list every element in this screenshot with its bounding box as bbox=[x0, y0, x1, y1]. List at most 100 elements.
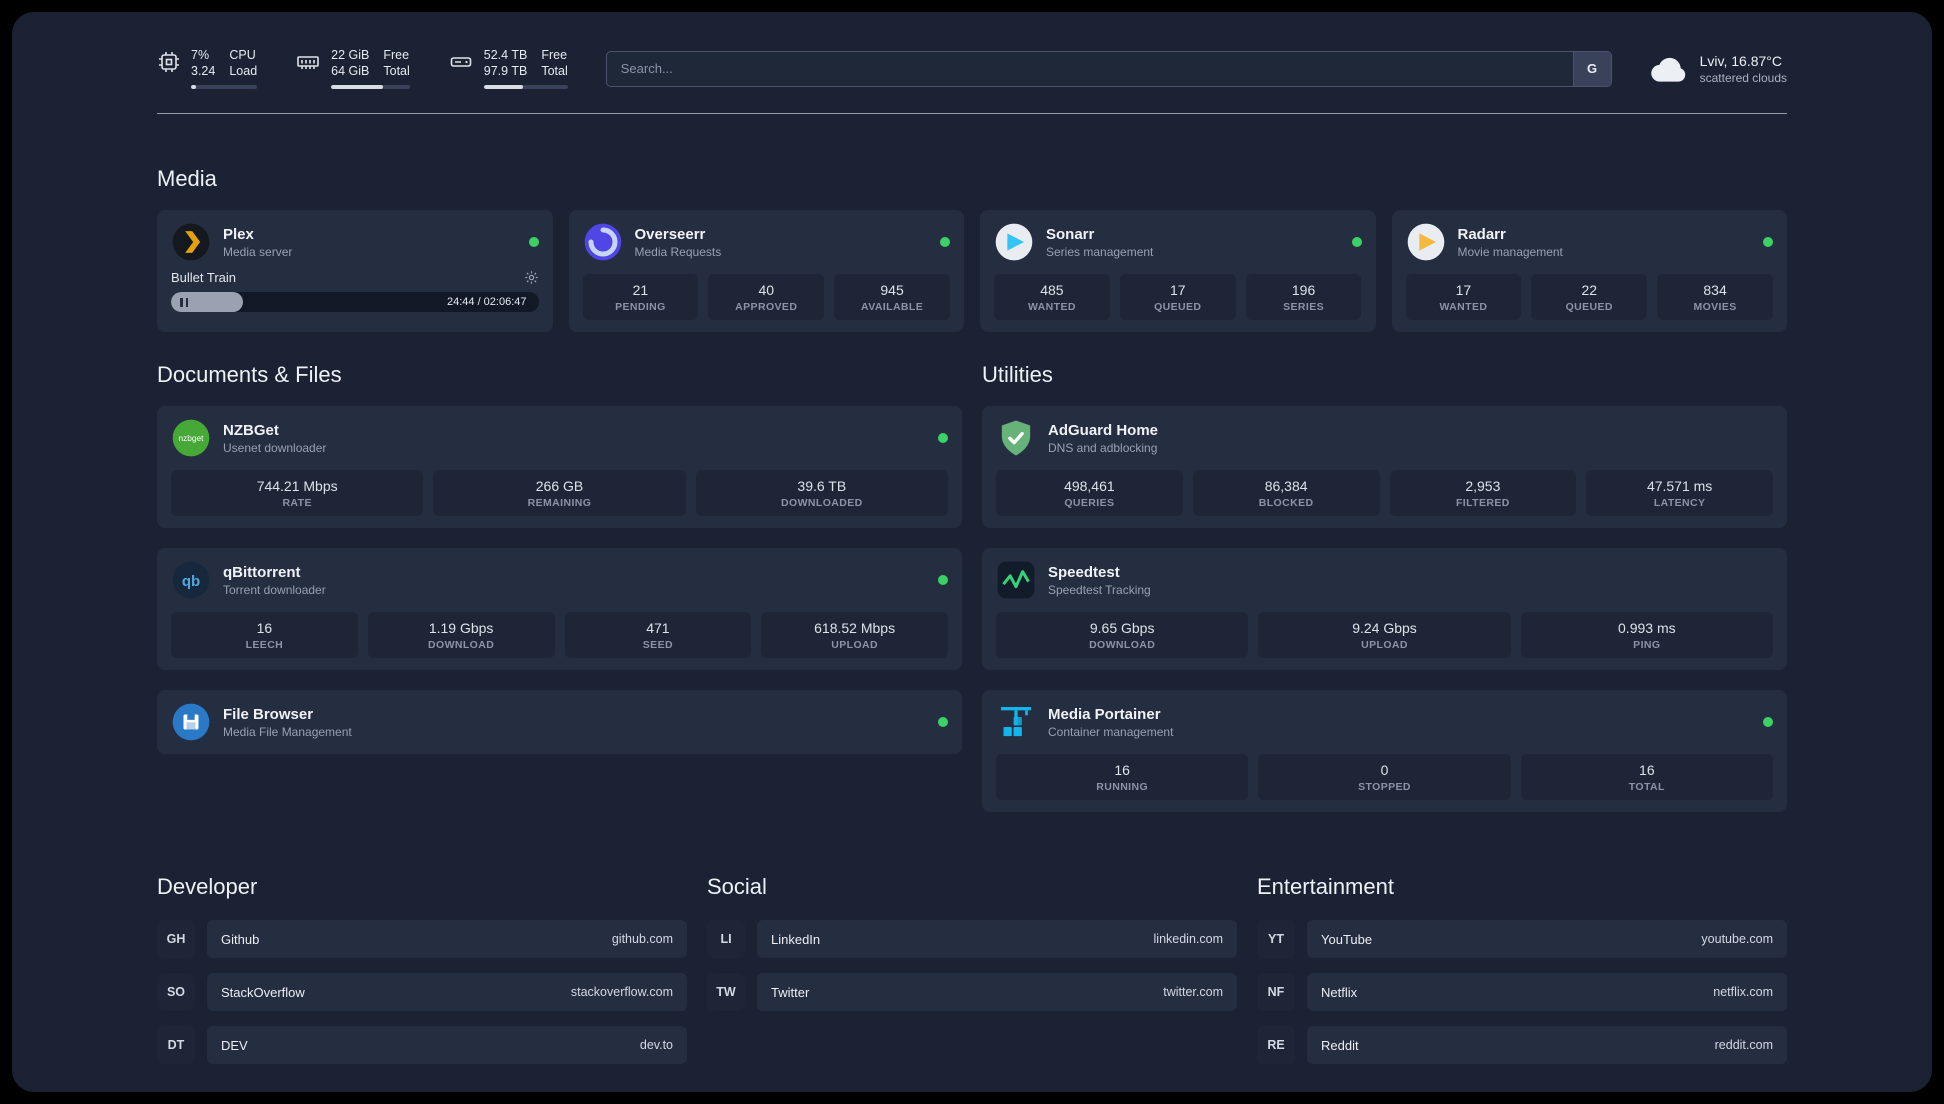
qbittorrent-card[interactable]: qb qBittorrent Torrent downloader 16 LEE… bbox=[157, 548, 962, 670]
link-url: youtube.com bbox=[1701, 932, 1773, 946]
stat-tile: 196 SERIES bbox=[1245, 274, 1362, 320]
link-name: Netflix bbox=[1321, 984, 1358, 1000]
stat-value: 9.65 Gbps bbox=[1089, 620, 1155, 636]
section-title-documents: Documents & Files bbox=[157, 362, 342, 387]
link-stackoverflow[interactable]: SO StackOverflow stackoverflow.com bbox=[157, 973, 687, 1011]
portainer-icon bbox=[996, 702, 1036, 742]
twitter-icon: TW bbox=[707, 973, 745, 1011]
adguard-icon bbox=[996, 418, 1036, 458]
disk-free: 52.4 TB bbox=[483, 48, 528, 62]
nzbget-card[interactable]: nzbget NZBGet Usenet downloader 744.21 M… bbox=[157, 406, 962, 528]
search-engine-button[interactable]: G bbox=[1572, 51, 1611, 86]
stat-tile: 945 AVAILABLE bbox=[834, 274, 950, 320]
stat-label: QUEUED bbox=[1565, 301, 1613, 313]
link-name: Github bbox=[221, 931, 260, 947]
speedtest-icon bbox=[996, 560, 1036, 600]
now-playing-title: Bullet Train bbox=[171, 270, 237, 285]
stat-tile: 39.6 TB DOWNLOADED bbox=[695, 470, 948, 516]
stat-label: TOTAL bbox=[1628, 781, 1665, 793]
stat-value: 22 bbox=[1581, 282, 1598, 298]
disk-bar bbox=[483, 85, 568, 89]
stat-tile: 744.21 Mbps RATE bbox=[171, 470, 424, 516]
stat-label: DOWNLOADED bbox=[781, 497, 863, 509]
stat-label: LEECH bbox=[245, 639, 284, 651]
stat-label: RUNNING bbox=[1096, 781, 1149, 793]
app-subtitle: Torrent downloader bbox=[223, 583, 326, 597]
stat-value: 266 GB bbox=[535, 478, 584, 494]
stat-label: AVAILABLE bbox=[861, 301, 924, 313]
disk-icon bbox=[448, 50, 474, 74]
stat-label: MOVIES bbox=[1693, 301, 1737, 313]
cpu-label: CPU bbox=[229, 48, 256, 62]
link-name: Twitter bbox=[771, 984, 810, 1000]
gear-icon[interactable] bbox=[524, 270, 539, 285]
stat-tile: 16 TOTAL bbox=[1520, 754, 1773, 800]
stat-value: 2,953 bbox=[1465, 478, 1501, 494]
link-url: netflix.com bbox=[1713, 985, 1773, 999]
stat-tile: 16 LEECH bbox=[171, 612, 358, 658]
link-dev[interactable]: DT DEV dev.to bbox=[157, 1026, 687, 1064]
stat-value: 744.21 Mbps bbox=[256, 478, 338, 494]
link-url: github.com bbox=[611, 932, 673, 946]
ram-widget: 22 GiB Free 64 GiB Total bbox=[295, 48, 410, 89]
stat-value: 9.24 Gbps bbox=[1352, 620, 1417, 636]
link-url: reddit.com bbox=[1714, 1038, 1773, 1052]
link-url: twitter.com bbox=[1163, 985, 1223, 999]
radarr-card[interactable]: Radarr Movie management 17 WANTED 22 QUE… bbox=[1391, 210, 1787, 332]
stat-value: 945 bbox=[880, 282, 904, 298]
overseerr-card[interactable]: Overseerr Media Requests 21 PENDING 40 A… bbox=[568, 210, 964, 332]
speedtest-card[interactable]: Speedtest Speedtest Tracking 9.65 Gbps D… bbox=[982, 548, 1787, 670]
ram-total-label: Total bbox=[383, 64, 410, 78]
cpu-percent: 7% bbox=[191, 48, 210, 62]
stat-tile: 1.19 Gbps DOWNLOAD bbox=[367, 612, 555, 658]
filebrowser-card[interactable]: File Browser Media File Management bbox=[157, 690, 962, 754]
stat-value: 498,461 bbox=[1064, 478, 1115, 494]
app-name: AdGuard Home bbox=[1048, 422, 1159, 439]
app-subtitle: DNS and adblocking bbox=[1048, 441, 1158, 455]
search-input[interactable] bbox=[606, 51, 1573, 86]
link-name: Reddit bbox=[1321, 1037, 1359, 1053]
media-grid: Plex Media server Bullet Train 24:44 / 0… bbox=[157, 210, 1787, 332]
sonarr-card[interactable]: Sonarr Series management 485 WANTED 17 Q… bbox=[980, 210, 1376, 332]
link-linkedin[interactable]: LI LinkedIn linkedin.com bbox=[707, 920, 1237, 958]
stat-label: LATENCY bbox=[1653, 497, 1706, 509]
link-url: dev.to bbox=[639, 1038, 673, 1052]
section-title-developer: Developer bbox=[157, 874, 258, 899]
linkedin-icon: LI bbox=[707, 920, 745, 958]
stat-value: 196 bbox=[1291, 282, 1316, 298]
topbar-divider bbox=[157, 113, 1787, 114]
stat-label: SERIES bbox=[1283, 301, 1325, 313]
stat-label: BLOCKED bbox=[1258, 497, 1314, 509]
link-netflix[interactable]: NF Netflix netflix.com bbox=[1257, 973, 1787, 1011]
topbar: 7% CPU 3.24 Load 22 GiB Free 64 GiB Tota… bbox=[157, 48, 1787, 89]
stat-tile: 22 QUEUED bbox=[1531, 274, 1648, 320]
cpu-load: 3.24 bbox=[191, 64, 216, 78]
stat-tile: 618.52 Mbps UPLOAD bbox=[761, 612, 948, 658]
stat-label: APPROVED bbox=[735, 301, 798, 313]
dev-icon: DT bbox=[157, 1026, 195, 1064]
status-dot bbox=[1763, 717, 1773, 727]
stat-value: 1.19 Gbps bbox=[428, 620, 494, 636]
portainer-card[interactable]: Media Portainer Container management 16 … bbox=[982, 690, 1787, 812]
app-name: Radarr bbox=[1457, 226, 1506, 243]
stat-label: PING bbox=[1633, 639, 1661, 651]
stat-value: 47.571 ms bbox=[1646, 478, 1713, 494]
adguard-card[interactable]: AdGuard Home DNS and adblocking 498,461 … bbox=[982, 406, 1787, 528]
link-reddit[interactable]: RE Reddit reddit.com bbox=[1257, 1026, 1787, 1064]
section-title-media: Media bbox=[157, 166, 217, 191]
link-youtube[interactable]: YT YouTube youtube.com bbox=[1257, 920, 1787, 958]
app-subtitle: Media Requests bbox=[634, 245, 722, 259]
app-subtitle: Media File Management bbox=[223, 725, 352, 739]
stat-label: DOWNLOAD bbox=[428, 639, 495, 651]
link-github[interactable]: GH Github github.com bbox=[157, 920, 687, 958]
ram-free-label: Free bbox=[383, 48, 410, 62]
pause-icon[interactable] bbox=[180, 297, 188, 307]
section-title-utilities: Utilities bbox=[982, 362, 1053, 387]
plex-card[interactable]: Plex Media server Bullet Train 24:44 / 0… bbox=[157, 210, 553, 332]
stat-label: UPLOAD bbox=[831, 639, 878, 651]
link-twitter[interactable]: TW Twitter twitter.com bbox=[707, 973, 1237, 1011]
playback-progress-bar[interactable]: 24:44 / 02:06:47 bbox=[171, 292, 539, 312]
stat-tile: 485 WANTED bbox=[994, 274, 1110, 320]
dashboard: 7% CPU 3.24 Load 22 GiB Free 64 GiB Tota… bbox=[12, 12, 1932, 1092]
stat-value: 485 bbox=[1040, 282, 1064, 298]
